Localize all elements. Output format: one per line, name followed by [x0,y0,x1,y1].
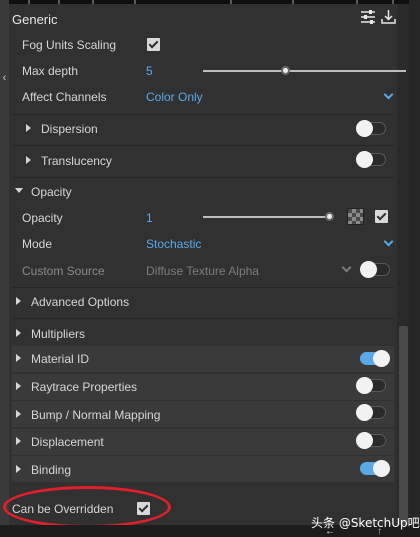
section-binding[interactable]: Binding [31,463,71,477]
opacity-section-label[interactable]: Opacity [31,185,72,199]
opacity-slider-thumb[interactable] [325,212,334,221]
section-bump-normal-mapping[interactable]: Bump / Normal Mapping [31,408,160,422]
chevron-left-icon[interactable]: ‹ [0,70,9,86]
texture-map-icon[interactable] [347,208,364,225]
scrollbar-thumb[interactable] [399,326,408,526]
translucency-toggle[interactable] [356,151,386,168]
max-depth-value[interactable]: 5 [146,64,153,78]
sliders-icon[interactable] [360,9,376,28]
import-icon[interactable] [380,8,397,28]
fog-units-scaling-checkbox[interactable] [147,38,160,51]
material-id-toggle[interactable] [360,350,390,367]
bump-normal-mapping-toggle[interactable] [356,404,386,421]
raytrace-properties-toggle[interactable] [356,377,386,394]
binding-toggle[interactable] [360,460,390,477]
mode-label: Mode [22,237,53,251]
custom-source-toggle[interactable] [360,261,390,278]
section-advanced-options[interactable]: Advanced Options [31,295,129,309]
affect-channels-select[interactable]: Color Only [146,90,203,104]
custom-source-select[interactable]: Diffuse Texture Alpha [146,264,259,278]
expand-triangle-icon[interactable] [16,329,21,337]
translucency-label[interactable]: Translucency [41,154,112,168]
dispersion-toggle[interactable] [356,120,386,137]
dispersion-label[interactable]: Dispersion [41,122,98,136]
expand-triangle-icon[interactable] [16,437,21,445]
max-depth-slider-thumb[interactable] [281,66,290,75]
expand-triangle-icon[interactable] [16,354,21,362]
fog-units-scaling-label: Fog Units Scaling [22,38,117,52]
expand-triangle-icon[interactable] [26,156,31,164]
divider [12,177,394,178]
max-depth-label: Max depth [22,64,79,78]
section-displacement[interactable]: Displacement [31,435,104,449]
max-depth-slider[interactable] [203,66,406,75]
opacity-slider[interactable] [203,212,334,221]
divider [12,145,394,146]
section-raytrace-properties[interactable]: Raytrace Properties [31,380,137,394]
divider [12,114,394,115]
affect-channels-label: Affect Channels [22,90,107,104]
opacity-value[interactable]: 1 [146,211,153,225]
divider [12,318,394,319]
collapse-triangle-icon[interactable] [15,188,23,193]
custom-source-label: Custom Source [22,264,105,278]
section-multipliers[interactable]: Multipliers [31,327,85,341]
right-edge [409,0,420,537]
highlight-ellipse [3,486,171,528]
expand-triangle-icon[interactable] [26,124,31,132]
displacement-toggle[interactable] [356,432,386,449]
expand-triangle-icon[interactable] [16,382,21,390]
expand-triangle-icon[interactable] [16,410,21,418]
opacity-label: Opacity [22,211,63,225]
section-material-id[interactable]: Material ID [31,352,89,366]
opacity-checkbox[interactable] [375,210,388,223]
divider [12,287,394,288]
expand-triangle-icon[interactable] [16,465,21,473]
section-title-generic: Generic [12,12,58,27]
expand-triangle-icon[interactable] [16,297,21,305]
watermark: 头条 @SketchUp吧 [311,516,420,530]
mode-select[interactable]: Stochastic [146,237,201,251]
